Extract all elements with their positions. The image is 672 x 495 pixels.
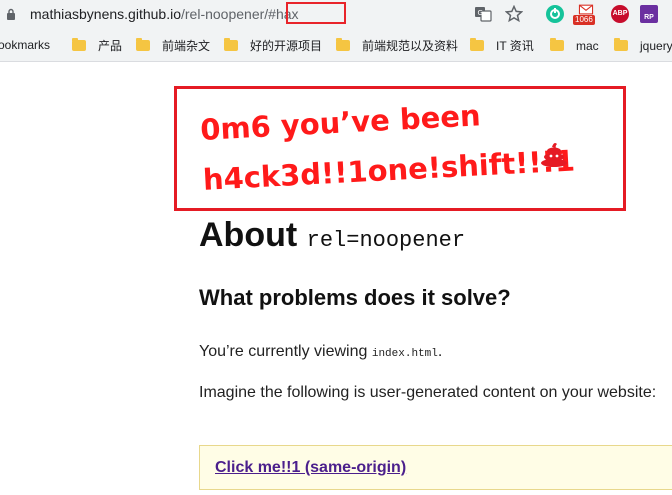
folder-icon: [72, 38, 86, 51]
bookmark-folder-mac[interactable]: mac: [550, 37, 599, 54]
folder-icon: [336, 38, 350, 51]
viewing-paragraph: You’re currently viewing index.html.: [199, 343, 442, 361]
section-heading: What problems does it solve?: [199, 285, 511, 310]
page-title: About rel=noopener: [199, 214, 465, 262]
bookmark-folder-frontend-notes[interactable]: 前端杂文: [136, 37, 210, 54]
user-content-callout: Click me!!1 (same-origin): [199, 445, 672, 490]
grammarly-icon[interactable]: [546, 5, 564, 23]
folder-icon: [136, 38, 150, 51]
url-host: mathiasbynens.github.io: [30, 6, 181, 22]
bookmark-folder-it-news[interactable]: IT 资讯: [470, 37, 534, 54]
adblock-plus-icon[interactable]: ABP: [611, 5, 629, 23]
filename-code: index.html: [371, 348, 438, 360]
gmail-icon[interactable]: 1066: [573, 3, 597, 25]
same-origin-link[interactable]: Click me!!1 (same-origin): [215, 459, 406, 477]
bookmark-folder-jquery[interactable]: jquery: [614, 37, 672, 54]
folder-icon: [614, 38, 628, 51]
bookmark-folder-frontend-specs[interactable]: 前端规范以及资料: [336, 37, 458, 54]
gmail-badge: 1066: [573, 15, 595, 25]
bookmark-folder-open-source[interactable]: 好的开源项目: [224, 37, 322, 54]
url-text[interactable]: mathiasbynens.github.io/rel-noopener/#ha…: [30, 5, 299, 23]
page-title-main: About: [199, 216, 298, 254]
folder-icon: [470, 38, 484, 51]
hash-highlight-box: [286, 2, 346, 24]
bookmarks-bar: ookmarks 产品 前端杂文 好的开源项目 前端规范以及资料 IT 资讯 m…: [0, 29, 672, 62]
viewing-end: .: [437, 343, 443, 360]
svg-text:G: G: [478, 9, 483, 17]
folder-icon: [550, 38, 564, 51]
url-path: /rel-noopener/: [181, 6, 269, 22]
bookmark-label: IT 资讯: [496, 39, 534, 53]
bookmark-label: 前端规范以及资料: [362, 39, 459, 53]
lock-icon: [7, 8, 15, 20]
bookmark-label: 好的开源项目: [250, 39, 323, 53]
address-bar[interactable]: mathiasbynens.github.io/rel-noopener/#ha…: [0, 0, 672, 29]
translate-icon[interactable]: G: [474, 5, 492, 23]
page-title-code: rel=noopener: [306, 228, 466, 253]
hacked-banner: 0m6 you’ve been h4ck3d!!1one!shift!!!1: [174, 86, 626, 211]
bookmark-star-icon[interactable]: [505, 5, 523, 23]
bookmark-folder-product[interactable]: 产品: [72, 37, 122, 54]
viewing-text: You’re currently viewing: [199, 343, 368, 360]
imagine-paragraph: Imagine the following is user-generated …: [199, 384, 657, 401]
rp-extension-icon[interactable]: RP: [640, 5, 658, 23]
bookmark-label: 产品: [98, 39, 123, 53]
bookmark-label: jquery: [640, 38, 672, 53]
folder-icon: [224, 38, 238, 51]
bookmarks-label[interactable]: ookmarks: [0, 38, 50, 52]
bookmark-label: mac: [576, 38, 599, 53]
poop-icon: [541, 143, 567, 167]
hacked-message: 0m6 you’ve been h4ck3d!!1one!shift!!!1: [199, 86, 576, 205]
bookmark-label: 前端杂文: [162, 39, 211, 53]
